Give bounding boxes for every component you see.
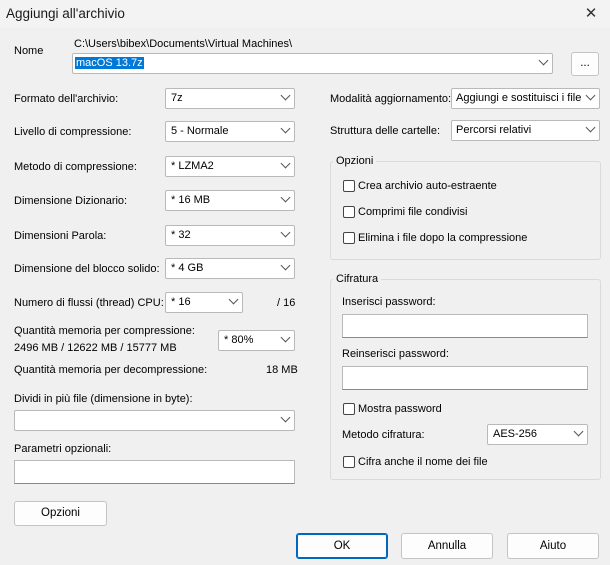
- split-select[interactable]: [14, 410, 295, 431]
- chevron-down-icon: [585, 90, 596, 101]
- dict-value: * 16 MB: [171, 194, 211, 206]
- chevron-down-icon: [573, 426, 584, 437]
- level-select[interactable]: 5 - Normale: [165, 121, 295, 142]
- repassword-input[interactable]: [342, 366, 588, 390]
- close-icon[interactable]: ✕: [580, 4, 602, 24]
- chevron-down-icon: [228, 294, 239, 305]
- browse-button[interactable]: ...: [571, 52, 599, 76]
- shared-files-checkbox[interactable]: [343, 206, 355, 218]
- folder-struct-label: Struttura delle cartelle:: [330, 125, 441, 137]
- encryption-group-title: Cifratura: [333, 273, 382, 285]
- name-label: Nome: [14, 45, 44, 57]
- level-value: 5 - Normale: [171, 125, 229, 137]
- threads-total: / 16: [277, 297, 296, 309]
- password-label: Inserisci password:: [342, 296, 436, 308]
- update-mode-value: Aggiungi e sostituisci i file: [456, 92, 582, 104]
- archive-name-combo[interactable]: macOS 13.7z: [72, 53, 553, 74]
- mem-comp-value: * 80%: [224, 334, 254, 346]
- format-select[interactable]: 7z: [165, 88, 295, 109]
- chevron-down-icon: [280, 332, 291, 343]
- dict-label: Dimensione Dizionario:: [14, 195, 128, 207]
- level-label: Livello di compressione:: [14, 126, 132, 138]
- chevron-down-icon: [280, 123, 291, 134]
- archive-name-value: macOS 13.7z: [75, 57, 144, 69]
- chevron-down-icon: [280, 158, 291, 169]
- enc-method-label: Metodo cifratura:: [342, 429, 425, 441]
- repassword-label: Reinserisci password:: [342, 348, 449, 360]
- sfx-label[interactable]: Crea archivio auto-estraente: [358, 180, 497, 192]
- sfx-checkbox[interactable]: [343, 180, 355, 192]
- split-label: Dividi in più file (dimensione in byte):: [14, 393, 193, 405]
- threads-label: Numero di flussi (thread) CPU:: [14, 297, 164, 309]
- format-value: 7z: [171, 92, 183, 104]
- chevron-down-icon[interactable]: [538, 55, 549, 66]
- method-select[interactable]: * LZMA2: [165, 156, 295, 177]
- word-value: * 32: [171, 229, 191, 241]
- mem-comp-label: Quantità memoria per compressione:: [14, 325, 195, 337]
- params-input[interactable]: [14, 460, 295, 484]
- enc-method-select[interactable]: AES-256: [487, 424, 588, 445]
- mem-decomp-value: 18 MB: [266, 364, 298, 376]
- show-password-checkbox[interactable]: [343, 403, 355, 415]
- folder-struct-value: Percorsi relativi: [456, 124, 532, 136]
- format-label: Formato dell'archivio:: [14, 93, 119, 105]
- threads-select[interactable]: * 16: [165, 292, 243, 313]
- block-label: Dimensione del blocco solido:: [14, 263, 160, 275]
- password-input[interactable]: [342, 314, 588, 338]
- archive-path: C:\Users\bibex\Documents\Virtual Machine…: [74, 38, 293, 50]
- block-value: * 4 GB: [171, 262, 204, 274]
- window-title: Aggiungi all'archivio: [6, 6, 125, 21]
- folder-struct-select[interactable]: Percorsi relativi: [451, 120, 600, 141]
- update-mode-select[interactable]: Aggiungi e sostituisci i file: [451, 88, 600, 109]
- mem-decomp-label: Quantità memoria per decompressione:: [14, 364, 208, 376]
- enc-method-value: AES-256: [493, 428, 538, 440]
- options-group-title: Opzioni: [333, 155, 377, 167]
- chevron-down-icon: [280, 227, 291, 238]
- chevron-down-icon: [280, 90, 291, 101]
- options-button[interactable]: Opzioni: [14, 501, 107, 526]
- method-value: * LZMA2: [171, 160, 214, 172]
- word-label: Dimensioni Parola:: [14, 230, 107, 242]
- method-label: Metodo di compressione:: [14, 161, 137, 173]
- dict-select[interactable]: * 16 MB: [165, 190, 295, 211]
- params-label: Parametri opzionali:: [14, 443, 112, 455]
- chevron-down-icon: [280, 412, 291, 423]
- word-select[interactable]: * 32: [165, 225, 295, 246]
- delete-after-label[interactable]: Elimina i file dopo la compressione: [358, 232, 527, 244]
- update-mode-label: Modalità aggiornamento:: [330, 93, 452, 105]
- chevron-down-icon: [280, 260, 291, 271]
- help-button[interactable]: Aiuto: [507, 533, 599, 559]
- show-password-label[interactable]: Mostra password: [358, 403, 442, 415]
- chevron-down-icon: [280, 192, 291, 203]
- mem-comp-select[interactable]: * 80%: [218, 330, 295, 351]
- chevron-down-icon: [585, 122, 596, 133]
- encrypt-names-label[interactable]: Cifra anche il nome dei file: [358, 456, 488, 468]
- encrypt-names-checkbox[interactable]: [343, 456, 355, 468]
- mem-comp-detail: 2496 MB / 12622 MB / 15777 MB: [14, 342, 177, 354]
- cancel-button[interactable]: Annulla: [401, 533, 493, 559]
- shared-files-label[interactable]: Comprimi file condivisi: [358, 206, 467, 218]
- block-select[interactable]: * 4 GB: [165, 258, 295, 279]
- delete-after-checkbox[interactable]: [343, 232, 355, 244]
- threads-value: * 16: [171, 296, 191, 308]
- ok-button[interactable]: OK: [296, 533, 388, 559]
